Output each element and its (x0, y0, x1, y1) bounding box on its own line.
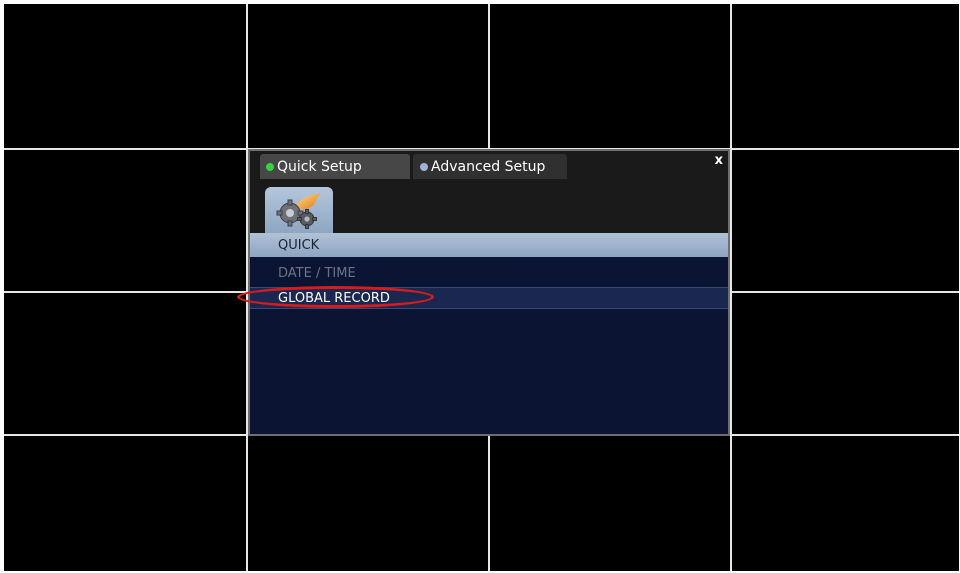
menu-item-label: DATE / TIME (278, 265, 356, 281)
menu-header[interactable]: QUICK (250, 233, 728, 257)
grid-divider (730, 4, 732, 571)
highlight-annotation-ellipse (237, 286, 434, 308)
menu-item-date-time[interactable]: DATE / TIME (250, 262, 728, 284)
menu-panel: QUICK DATE / TIME GLOBAL RECORD (250, 233, 728, 434)
status-dot-icon (266, 162, 274, 171)
category-tile-quick[interactable] (265, 187, 333, 233)
tab-label: Quick Setup (277, 158, 362, 175)
status-dot-icon (420, 162, 428, 171)
gears-icon (276, 193, 321, 229)
tab-bar: Quick Setup Advanced Setup x (250, 151, 728, 180)
close-icon[interactable]: x (715, 152, 723, 170)
tab-advanced-setup[interactable]: Advanced Setup (413, 154, 567, 179)
tab-quick-setup[interactable]: Quick Setup (260, 154, 410, 179)
menu-header-label: QUICK (278, 237, 320, 253)
tab-label: Advanced Setup (431, 158, 546, 175)
